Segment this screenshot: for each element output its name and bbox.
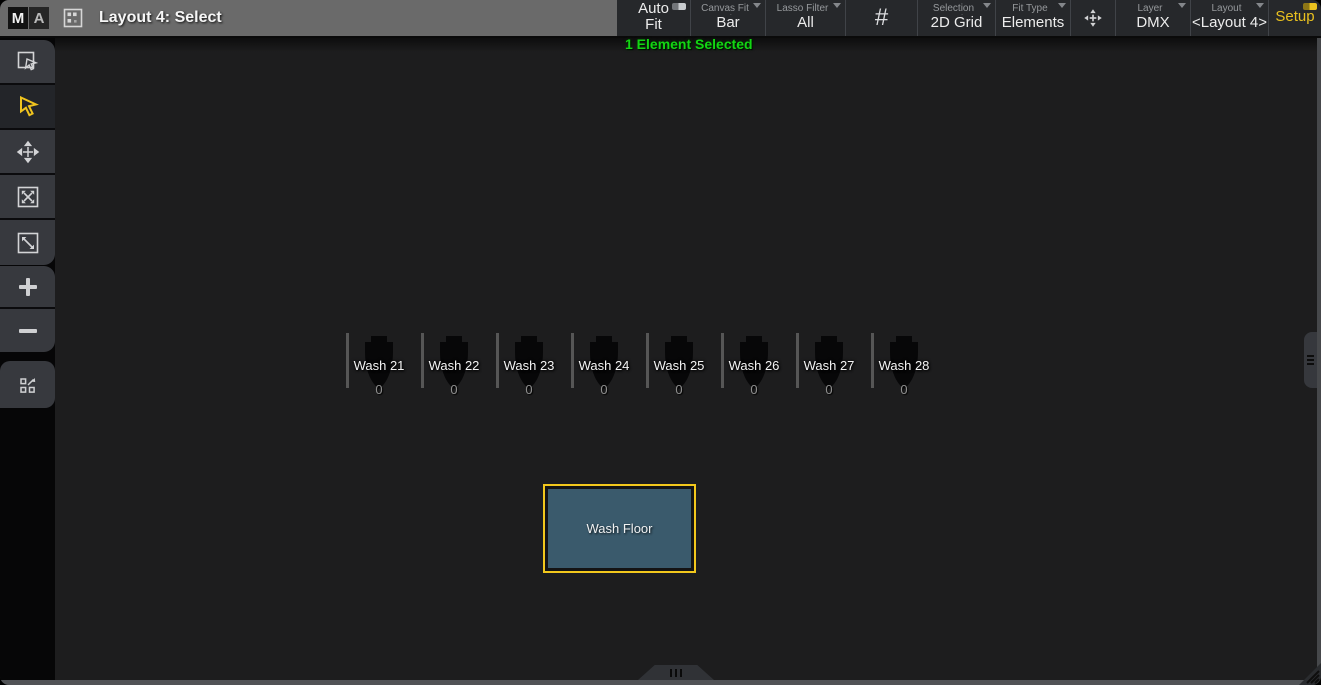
fixture-name: Wash 22	[413, 358, 495, 373]
grid-snap-button[interactable]: #	[845, 0, 917, 36]
zoom-in-button[interactable]	[0, 266, 55, 309]
fixture-name: Wash 27	[788, 358, 870, 373]
fit-view-tool-button[interactable]	[0, 175, 55, 220]
titlebar[interactable]: M A Layout 4: Select	[0, 0, 617, 36]
fit-view-icon	[15, 184, 41, 210]
header: M A Layout 4: Select Auto Fit Canvas Fit…	[0, 0, 1321, 38]
fixture-value: 0	[421, 382, 487, 397]
canvas-fit-mode-value: Bar	[716, 15, 739, 34]
pan-move-button[interactable]	[1070, 0, 1115, 36]
arrange-tool-button[interactable]	[0, 361, 55, 408]
fixture-element[interactable]: Wash 28 0	[871, 333, 937, 397]
fixture-value: 0	[796, 382, 862, 397]
arrange-elements-icon	[16, 373, 40, 397]
pointer-icon	[15, 94, 41, 120]
ma-logo-m: M	[8, 7, 28, 29]
fixture-name: Wash 28	[863, 358, 945, 373]
fixture-name: Wash 26	[713, 358, 795, 373]
zoom-out-button[interactable]	[0, 309, 55, 352]
selection-mode-dropdown[interactable]: Selection Mod 2D Grid	[917, 0, 995, 36]
setup-label: Setup	[1275, 9, 1314, 28]
grid-hash-icon: #	[875, 6, 888, 30]
chevron-down-icon	[1256, 3, 1264, 8]
lasso-filter-value: All	[797, 15, 814, 34]
layout-window: M A Layout 4: Select Auto Fit Canvas Fit…	[0, 0, 1321, 685]
toggle-state-icon	[672, 3, 686, 10]
resize-diagonal-icon	[15, 230, 41, 256]
fit-type-label: Fit Type	[1010, 2, 1055, 14]
auto-fit-label: Auto Fit	[632, 1, 676, 36]
tool-group-arrange	[0, 361, 55, 408]
resize-grip[interactable]	[1297, 661, 1321, 685]
right-flyout-handle[interactable]	[1304, 332, 1317, 388]
fixture-value: 0	[646, 382, 712, 397]
fixture-element[interactable]: Wash 27 0	[796, 333, 862, 397]
fixture-name: Wash 25	[638, 358, 720, 373]
fixture-value: 0	[571, 382, 637, 397]
minus-icon	[15, 318, 41, 344]
window-layout-icon[interactable]	[63, 8, 83, 28]
toggle-state-icon	[1303, 3, 1317, 10]
box-select-tool-button[interactable]	[0, 40, 55, 85]
fit-type-value: Elements	[1002, 15, 1065, 34]
fixture-value: 0	[871, 382, 937, 397]
fixture-name: Wash 24	[563, 358, 645, 373]
wash-floor-fill: Wash Floor	[548, 489, 691, 568]
fixture-name: Wash 21	[338, 358, 420, 373]
layout-canvas[interactable]: Wash 21 0 Wash 22 0 Wash 23 0	[55, 38, 1317, 680]
layout-value: <Layout 4>	[1192, 15, 1267, 34]
selection-status-text: 1 Element Selected	[625, 36, 753, 52]
page-title: Layout 4: Select	[99, 9, 222, 27]
setup-button[interactable]: Setup	[1268, 0, 1321, 36]
resize-tool-button[interactable]	[0, 220, 55, 265]
chevron-down-icon	[753, 3, 761, 8]
box-select-icon	[15, 49, 41, 75]
chevron-down-icon	[833, 3, 841, 8]
toolbar: Auto Fit Canvas Fit Mode Bar Lasso Filte…	[617, 0, 1321, 36]
move-icon	[16, 140, 40, 164]
wash-floor-label: Wash Floor	[587, 521, 653, 536]
fixture-value: 0	[496, 382, 562, 397]
fixture-element[interactable]: Wash 26 0	[721, 333, 787, 397]
fixture-element[interactable]: Wash 25 0	[646, 333, 712, 397]
chevron-down-icon	[1058, 3, 1066, 8]
fixture-element[interactable]: Wash 23 0	[496, 333, 562, 397]
fixture-element[interactable]: Wash 22 0	[421, 333, 487, 397]
fixture-element[interactable]: Wash 24 0	[571, 333, 637, 397]
layout-label: Layout	[1209, 2, 1249, 14]
move-tool-button[interactable]	[0, 130, 55, 175]
lasso-filter-label: Lasso Filter	[775, 2, 837, 14]
layer-dropdown[interactable]: Layer DMX	[1115, 0, 1190, 36]
window-frame-right	[1317, 38, 1321, 685]
lasso-filter-dropdown[interactable]: Lasso Filter All	[765, 0, 845, 36]
tool-group-select	[0, 40, 55, 265]
tool-group-zoom	[0, 266, 55, 352]
plus-icon	[15, 274, 41, 300]
fixture-value: 0	[346, 382, 412, 397]
auto-fit-button[interactable]: Auto Fit	[617, 0, 690, 36]
layer-value: DMX	[1136, 15, 1169, 34]
chevron-down-icon	[983, 3, 991, 8]
move-arrows-icon	[1083, 8, 1103, 28]
fixture-name: Wash 23	[488, 358, 570, 373]
window-frame-bottom	[0, 680, 1321, 685]
chevron-down-icon	[1178, 3, 1186, 8]
layout-dropdown[interactable]: Layout <Layout 4>	[1190, 0, 1268, 36]
fixture-element[interactable]: Wash 21 0	[346, 333, 412, 397]
fit-type-dropdown[interactable]: Fit Type Elements	[995, 0, 1070, 36]
selection-mode-value: 2D Grid	[931, 15, 983, 34]
layer-label: Layer	[1135, 2, 1170, 14]
ma-logo: M A	[8, 7, 49, 29]
ma-logo-a: A	[29, 7, 49, 29]
tool-sidebar	[0, 38, 55, 685]
wash-floor-element-selected[interactable]: Wash Floor	[543, 484, 696, 573]
fixture-value: 0	[721, 382, 787, 397]
pointer-tool-button[interactable]	[0, 85, 55, 130]
canvas-fit-mode-dropdown[interactable]: Canvas Fit Mode Bar	[690, 0, 765, 36]
